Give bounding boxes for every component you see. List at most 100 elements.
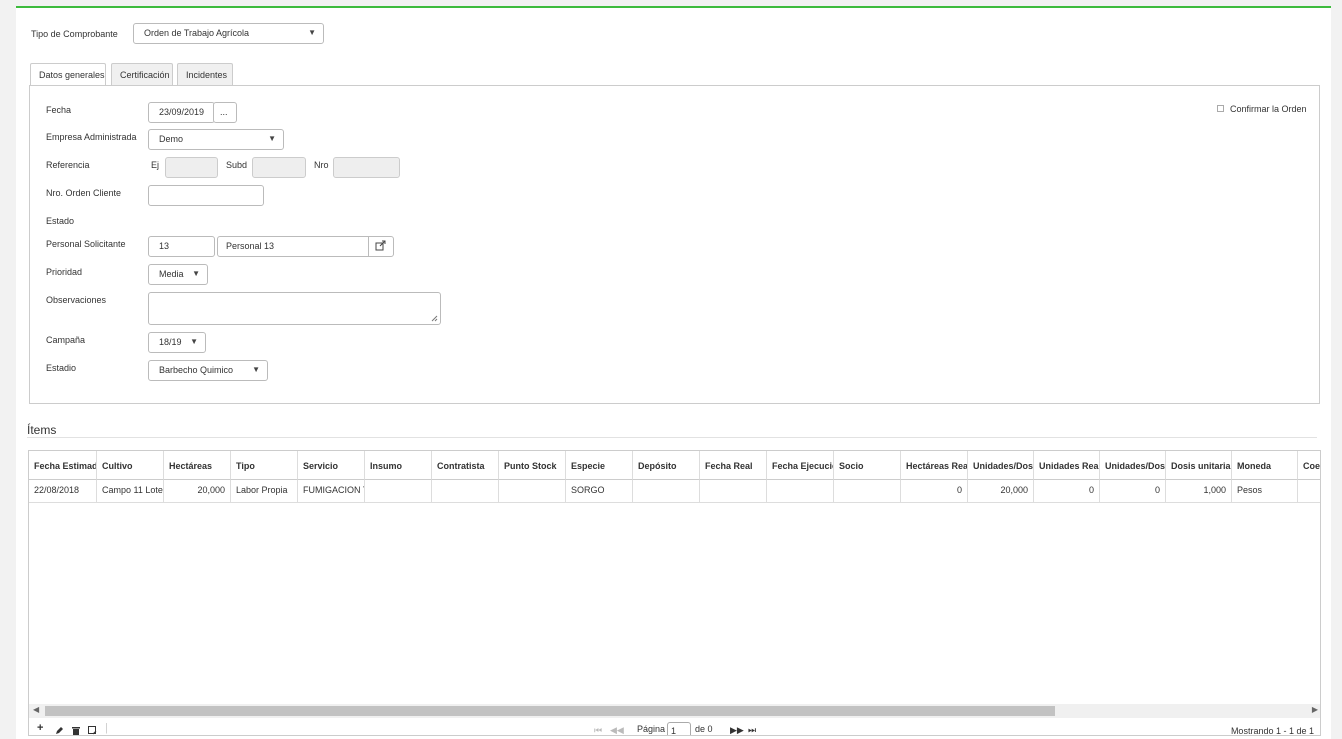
- comprobante-select[interactable]: Orden de Trabajo Agrícola ▼: [133, 23, 324, 44]
- table-cell[interactable]: [633, 480, 700, 503]
- table-cell[interactable]: 0: [901, 480, 968, 503]
- column-header[interactable]: Unidades/Dosis: [968, 451, 1034, 480]
- prioridad-label: Prioridad: [46, 267, 83, 277]
- chevron-down-icon: ▼: [192, 269, 200, 278]
- campana-select[interactable]: 18/19 ▼: [148, 332, 206, 353]
- table-cell[interactable]: [700, 480, 767, 503]
- next-page-icon[interactable]: ▶▶: [730, 725, 744, 735]
- nro-label: Nro: [314, 160, 329, 170]
- subd-input[interactable]: [252, 157, 306, 178]
- chevron-down-icon: ▼: [252, 365, 260, 374]
- chevron-down-icon: ▼: [268, 134, 276, 143]
- column-header[interactable]: Socio: [834, 451, 901, 480]
- confirmar-checkbox[interactable]: [1217, 105, 1224, 112]
- ej-label: Ej: [151, 160, 160, 170]
- column-header[interactable]: Cultivo: [97, 451, 164, 480]
- column-header[interactable]: Contratista: [432, 451, 499, 480]
- table-cell[interactable]: [1298, 480, 1320, 503]
- chevron-down-icon: ▼: [308, 28, 316, 37]
- chevron-down-icon: ▼: [190, 337, 198, 346]
- estadio-select[interactable]: Barbecho Quimico ▼: [148, 360, 268, 381]
- empresa-label: Empresa Administrada: [46, 132, 137, 142]
- scroll-left-icon[interactable]: ◀: [33, 705, 39, 714]
- comprobante-value: Orden de Trabajo Agrícola: [144, 28, 250, 38]
- prev-page-icon[interactable]: ◀◀: [610, 725, 624, 735]
- column-header[interactable]: Fecha Estimada: [29, 451, 97, 480]
- table-cell[interactable]: Pesos: [1232, 480, 1298, 503]
- table-cell[interactable]: 20,000: [968, 480, 1034, 503]
- pager-separator: |: [105, 722, 108, 734]
- page-label: Página: [637, 724, 666, 734]
- scroll-right-icon[interactable]: ▶: [1312, 705, 1318, 714]
- view-icon[interactable]: [88, 726, 97, 735]
- column-header[interactable]: Dosis unitaria: [1166, 451, 1232, 480]
- table-cell[interactable]: FUMIGACION T: [298, 480, 365, 503]
- empresa-select[interactable]: Demo ▼: [148, 129, 284, 150]
- items-divider: [27, 437, 1317, 438]
- observaciones-textarea[interactable]: [148, 292, 441, 325]
- nro-input[interactable]: [333, 157, 400, 178]
- table-cell[interactable]: Campo 11 Lote: [97, 480, 164, 503]
- estadio-label: Estadio: [46, 363, 77, 373]
- horizontal-scrollbar[interactable]: ◀ ▶: [29, 704, 1320, 718]
- edit-icon[interactable]: [55, 726, 64, 735]
- table-cell[interactable]: 20,000: [164, 480, 231, 503]
- column-header[interactable]: Insumo: [365, 451, 432, 480]
- open-link-button[interactable]: [368, 236, 394, 257]
- personal-label: Personal Solicitante: [46, 239, 126, 249]
- column-header[interactable]: Especie: [566, 451, 633, 480]
- tab-certificacion[interactable]: Certificación: [111, 63, 173, 86]
- table-cell[interactable]: 1,000: [1166, 480, 1232, 503]
- column-header[interactable]: Unidades/Dosis: [1100, 451, 1166, 480]
- table-cell[interactable]: [432, 480, 499, 503]
- table-cell[interactable]: 0: [1034, 480, 1100, 503]
- column-header[interactable]: Moneda: [1232, 451, 1298, 480]
- column-header[interactable]: Tipo: [231, 451, 298, 480]
- column-header[interactable]: Servicio: [298, 451, 365, 480]
- column-header[interactable]: Depósito: [633, 451, 700, 480]
- subd-label: Subd: [226, 160, 248, 170]
- table-cell[interactable]: SORGO: [566, 480, 633, 503]
- page-input[interactable]: 1: [667, 722, 691, 735]
- nro-orden-input[interactable]: [148, 185, 264, 206]
- campana-label: Campaña: [46, 335, 86, 345]
- prioridad-select[interactable]: Media ▼: [148, 264, 208, 285]
- tab-datos-generales[interactable]: Datos generales: [30, 63, 106, 87]
- column-header[interactable]: Hectáreas: [164, 451, 231, 480]
- external-link-icon: [375, 240, 386, 251]
- table-cell[interactable]: [767, 480, 834, 503]
- column-header[interactable]: Hectáreas Reales: [901, 451, 968, 480]
- column-header[interactable]: Unidades Reales: [1034, 451, 1100, 480]
- items-title: Ítems: [27, 423, 57, 437]
- add-icon[interactable]: +: [37, 722, 43, 734]
- column-header[interactable]: Fecha Ejecución: [767, 451, 834, 480]
- table-cell[interactable]: 0: [1100, 480, 1166, 503]
- scrollbar-thumb[interactable]: [45, 706, 1055, 716]
- nro-orden-label: Nro. Orden Cliente: [46, 188, 122, 198]
- items-grid: Fecha Estimada Cultivo Hectáreas Tipo Servic…: [28, 450, 1321, 736]
- personal-code-input[interactable]: 13: [148, 236, 215, 257]
- delete-icon[interactable]: [72, 726, 80, 735]
- datos-generales-panel: Fecha 23/09/2019 ... Confirmar la Orden …: [29, 85, 1320, 404]
- column-header[interactable]: Coef: [1298, 451, 1320, 480]
- fecha-input[interactable]: 23/09/2019: [148, 102, 215, 123]
- resize-handle-icon[interactable]: [431, 315, 438, 322]
- table-cell[interactable]: 22/08/2018: [29, 480, 97, 503]
- column-header[interactable]: Punto Stock: [499, 451, 566, 480]
- ej-input[interactable]: [165, 157, 218, 178]
- fecha-label: Fecha: [46, 105, 72, 115]
- confirmar-label: Confirmar la Orden: [1230, 104, 1307, 114]
- page-of-label: de 0: [695, 724, 713, 734]
- tab-incidentes[interactable]: Incidentes: [177, 63, 233, 86]
- last-page-icon[interactable]: ⏭: [748, 725, 756, 735]
- first-page-icon[interactable]: ⏮: [594, 725, 602, 735]
- main-page: Tipo de Comprobante Orden de Trabajo Agr…: [16, 6, 1331, 739]
- table-cell[interactable]: Labor Propia: [231, 480, 298, 503]
- estado-label: Estado: [46, 216, 75, 226]
- table-cell[interactable]: [834, 480, 901, 503]
- table-cell[interactable]: [499, 480, 566, 503]
- fecha-picker-button[interactable]: ...: [213, 102, 237, 123]
- personal-name-input[interactable]: Personal 13: [217, 236, 370, 257]
- column-header[interactable]: Fecha Real: [700, 451, 767, 480]
- table-cell[interactable]: [365, 480, 432, 503]
